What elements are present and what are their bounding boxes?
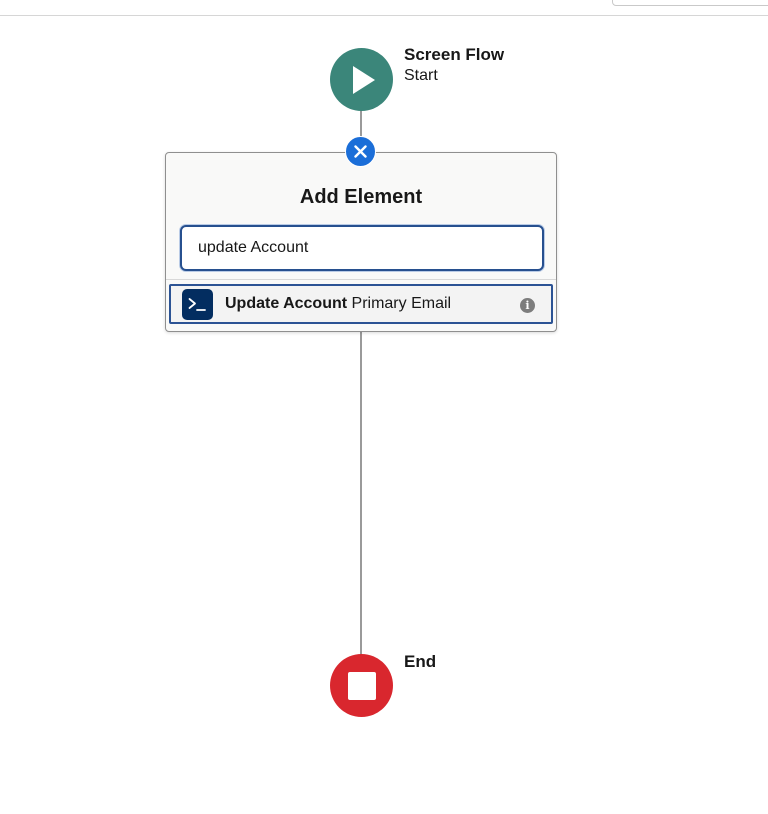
canvas-top-border	[0, 15, 768, 16]
close-icon	[354, 145, 367, 158]
add-element-panel: Add Element Update Account Primary Email…	[165, 152, 557, 332]
end-node[interactable]	[330, 654, 393, 717]
start-node-title: Screen Flow	[404, 45, 505, 64]
panel-title: Add Element	[299, 186, 423, 208]
info-icon[interactable]: i	[520, 298, 535, 313]
connector-panel-to-end	[360, 331, 362, 655]
start-node[interactable]	[330, 48, 393, 111]
end-node-title: End	[404, 652, 437, 671]
panel-divider	[166, 279, 556, 280]
play-icon	[352, 65, 375, 94]
stop-icon	[347, 671, 376, 700]
result-item-label: Update Account Primary Email	[225, 295, 451, 313]
toolbar-corner-control[interactable]	[612, 0, 768, 6]
terminal-action-icon	[182, 288, 213, 320]
element-search-input[interactable]	[180, 225, 544, 271]
close-add-element-button[interactable]	[345, 136, 376, 167]
result-rest-text: Primary Email	[347, 295, 452, 312]
result-item-update-account-primary-email[interactable]: Update Account Primary Email i	[169, 284, 553, 324]
result-match-text: Update Account	[225, 295, 348, 312]
start-node-subtitle: Start	[404, 67, 438, 84]
